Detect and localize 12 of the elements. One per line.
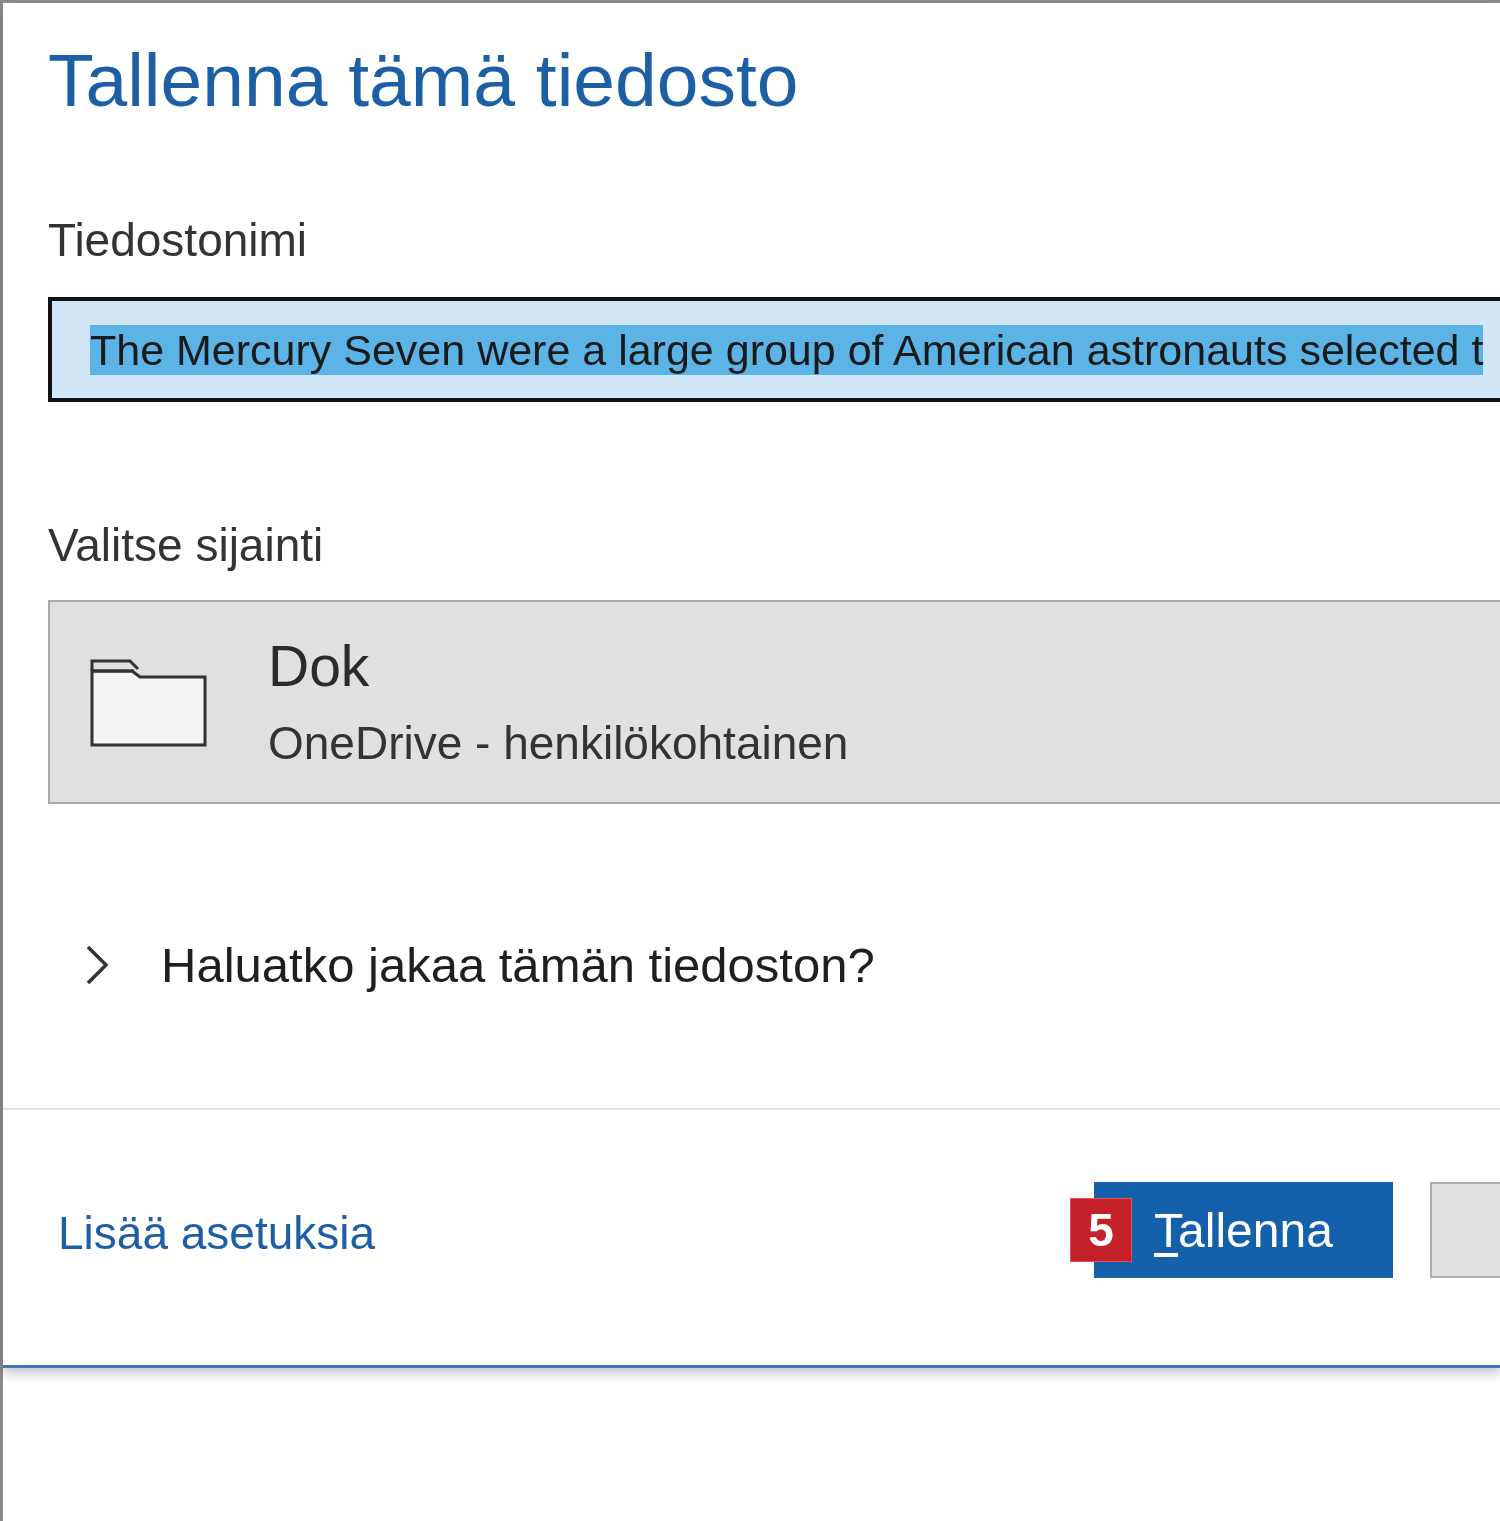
share-expander[interactable]: Haluatko jakaa tämän tiedoston? xyxy=(85,935,875,995)
field-label: Tiedostonimi xyxy=(48,215,308,265)
step-number-badge: 5 xyxy=(1070,1198,1132,1262)
secondary-button[interactable] xyxy=(1430,1182,1500,1278)
more-options-link[interactable]: Lisää asetuksia xyxy=(58,1205,376,1261)
filename-field[interactable]: The Mercury Seven were a large group of American astronauts selected t xyxy=(48,297,1500,402)
location-name: Dok xyxy=(268,636,370,696)
dialog-title: Tallenna tämä tiedosto xyxy=(48,40,799,120)
field-label: Valitse sijainti xyxy=(48,520,324,570)
folder-icon xyxy=(90,657,207,747)
location-card[interactable]: Dok OneDrive - henkilökohtainen xyxy=(48,600,1500,804)
location-provider: OneDrive - henkilökohtainen xyxy=(268,718,849,768)
